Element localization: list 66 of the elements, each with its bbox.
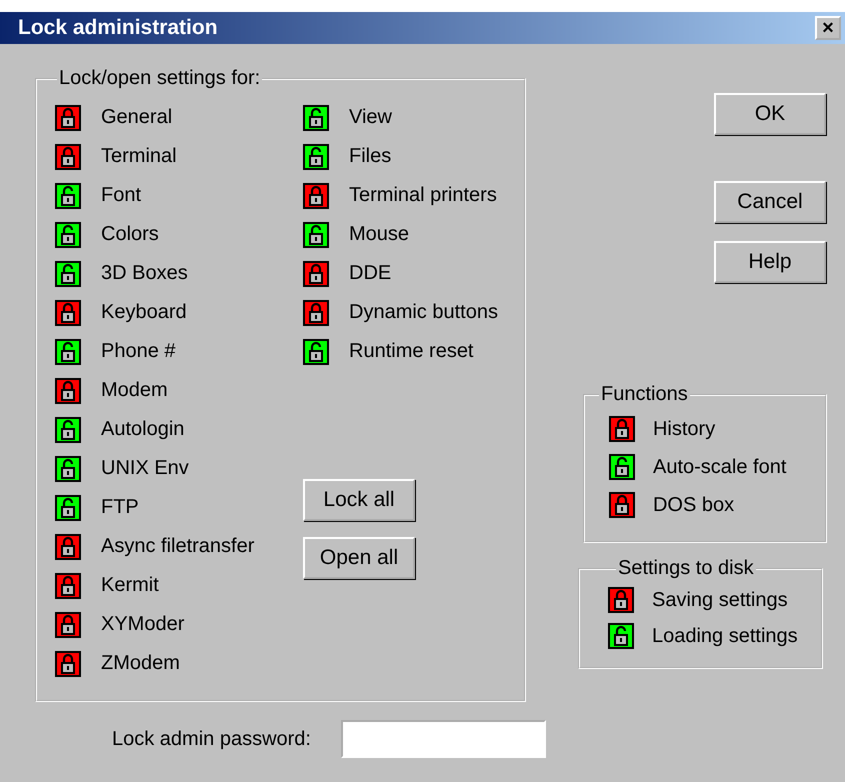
open-padlock-icon[interactable] — [303, 104, 329, 130]
setting-label: DDE — [349, 262, 392, 285]
setting-label: Keyboard — [101, 301, 187, 324]
dialog-button[interactable]: Help — [714, 241, 826, 283]
setting-label: FTP — [101, 496, 139, 519]
setting-label: XYModer — [101, 613, 184, 636]
password-field[interactable] — [340, 720, 546, 758]
setting-label: Loading settings — [652, 624, 798, 648]
closed-padlock-icon[interactable] — [608, 416, 635, 442]
group-title: Functions — [600, 383, 689, 406]
setting-label: Phone # — [101, 340, 176, 363]
setting-label: Terminal printers — [349, 184, 497, 207]
setting-label: Files — [349, 145, 392, 168]
close-button[interactable]: × — [815, 16, 841, 40]
action-button[interactable]: Open all — [303, 537, 415, 579]
open-padlock-icon[interactable] — [303, 222, 329, 248]
setting-label: Mouse — [349, 223, 410, 246]
closed-padlock-icon[interactable] — [55, 104, 81, 130]
setting-label: Font — [101, 184, 142, 207]
setting-label: DOS box — [652, 494, 734, 516]
closed-padlock-icon[interactable] — [55, 612, 81, 638]
open-padlock-icon[interactable] — [55, 416, 81, 442]
closed-padlock-icon[interactable] — [303, 300, 329, 326]
setting-label: Colors — [101, 223, 159, 246]
window-title: Lock administration — [18, 16, 218, 40]
setting-label: ZModem — [101, 652, 180, 675]
open-padlock-icon[interactable] — [55, 260, 81, 286]
dialog-button[interactable]: Cancel — [714, 181, 826, 223]
open-padlock-icon[interactable] — [55, 222, 81, 248]
setting-label: Async filetransfer — [101, 535, 254, 558]
open-padlock-icon[interactable] — [303, 144, 329, 170]
open-padlock-icon[interactable] — [608, 623, 634, 649]
setting-label: History — [652, 418, 716, 440]
closed-padlock-icon[interactable] — [55, 650, 81, 676]
setting-label: Saving settings — [652, 588, 788, 612]
closed-padlock-icon[interactable] — [55, 572, 81, 598]
closed-padlock-icon[interactable] — [303, 182, 329, 208]
setting-label: Terminal — [101, 145, 177, 168]
setting-label: General — [101, 106, 172, 129]
group-title: Settings to disk — [616, 557, 755, 580]
open-padlock-icon[interactable] — [55, 494, 81, 520]
open-padlock-icon[interactable] — [608, 454, 635, 480]
group-title: Lock/open settings for: — [58, 67, 262, 90]
password-label: Lock admin password: — [112, 728, 311, 750]
setting-label: Autologin — [101, 418, 184, 441]
open-padlock-icon[interactable] — [55, 456, 81, 482]
action-button[interactable]: Lock all — [303, 479, 415, 521]
closed-padlock-icon[interactable] — [303, 260, 329, 286]
dialog-button[interactable]: OK — [714, 93, 826, 135]
closed-padlock-icon[interactable] — [608, 492, 635, 518]
setting-label: UNIX Env — [101, 457, 189, 480]
setting-label: 3D Boxes — [101, 262, 188, 285]
open-padlock-icon[interactable] — [303, 338, 329, 364]
setting-label: Auto-scale font — [652, 456, 786, 478]
open-padlock-icon[interactable] — [55, 182, 81, 208]
closed-padlock-icon[interactable] — [55, 144, 81, 170]
closed-padlock-icon[interactable] — [55, 300, 81, 326]
open-padlock-icon[interactable] — [55, 338, 81, 364]
setting-label: Modem — [101, 379, 168, 402]
setting-label: Kermit — [101, 574, 159, 597]
setting-label: Runtime reset — [349, 340, 474, 363]
closed-padlock-icon[interactable] — [608, 587, 634, 613]
closed-padlock-icon[interactable] — [55, 378, 81, 404]
closed-padlock-icon[interactable] — [55, 534, 81, 560]
setting-label: Dynamic buttons — [349, 301, 498, 324]
setting-label: View — [349, 106, 392, 129]
